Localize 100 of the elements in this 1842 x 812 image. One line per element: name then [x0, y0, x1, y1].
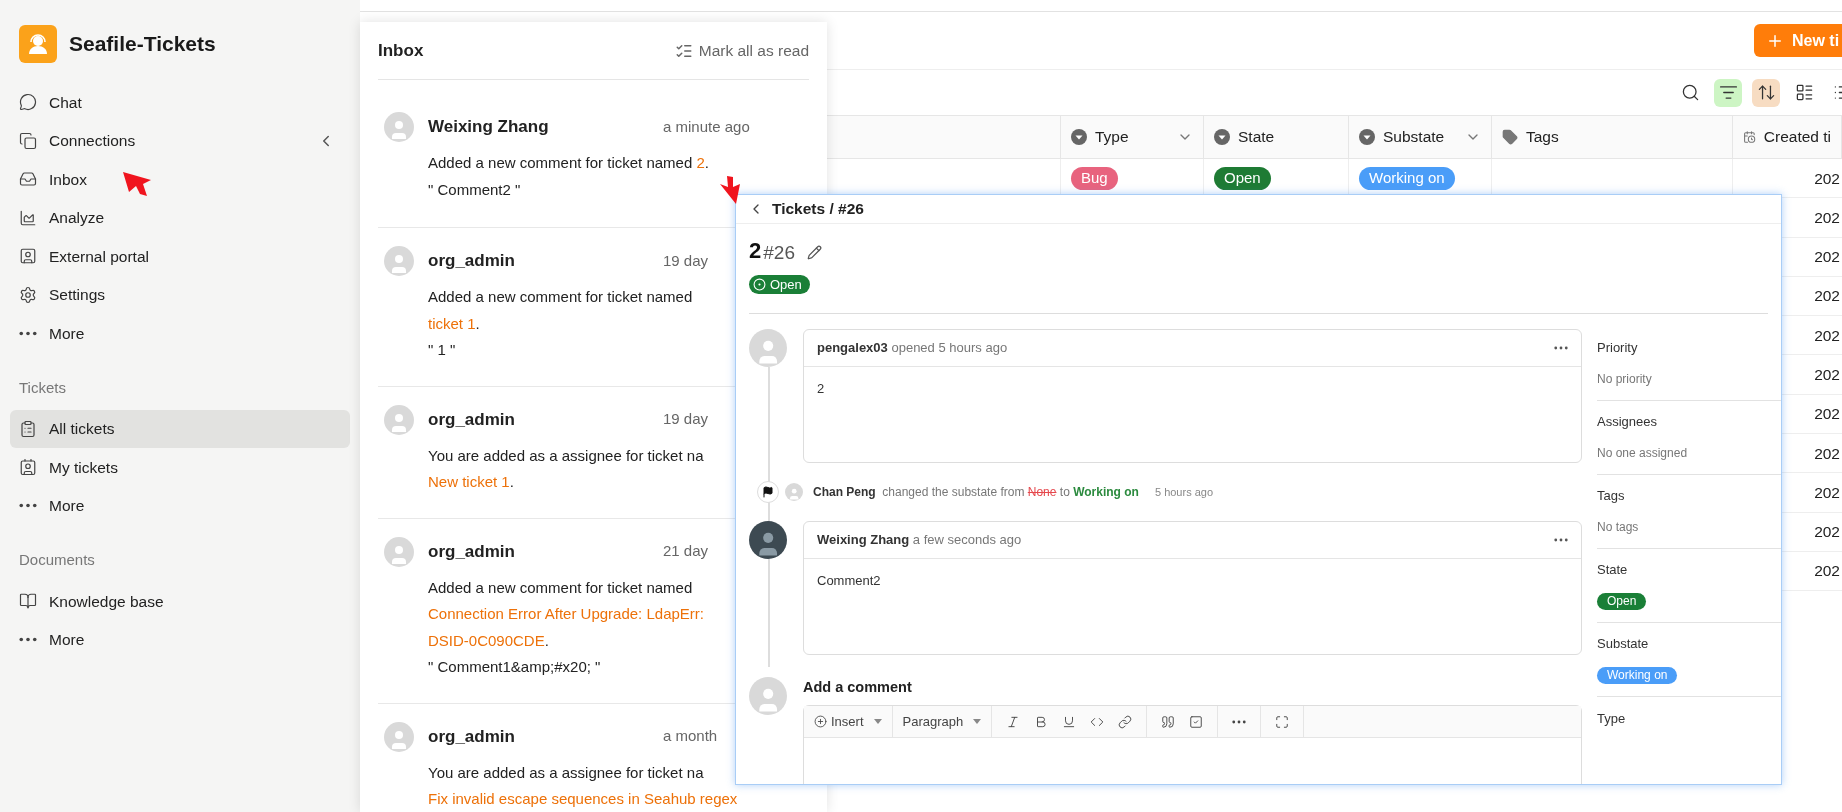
- pointer-arrow-icon: [123, 172, 153, 198]
- sidebar-item[interactable]: Chat: [10, 83, 350, 122]
- user-card-icon: [19, 458, 37, 477]
- caret-icon: [973, 719, 982, 724]
- calendar-icon: [1743, 129, 1756, 145]
- comment-body: Comment2: [816, 572, 882, 590]
- notification-time: 19 day: [663, 409, 709, 430]
- column-header[interactable]: Tags: [1492, 116, 1733, 158]
- dropdown-circle-icon: [1359, 129, 1375, 145]
- column-header[interactable]: Substate: [1349, 116, 1492, 158]
- avatar: [384, 246, 414, 276]
- notification-text: You are added as a assignee for ticket na: [428, 762, 704, 783]
- headset-user-icon: [26, 32, 50, 56]
- table-cell-text: 202: [1814, 522, 1840, 543]
- status-tag: Open: [749, 275, 810, 294]
- editor-menu[interactable]: Paragraph: [900, 711, 984, 732]
- notification-text: New ticket 1.: [428, 472, 514, 492]
- underline-icon: [1062, 714, 1077, 729]
- sidebar-item[interactable]: Inbox: [10, 160, 350, 199]
- sidebar-item[interactable]: Connections: [10, 121, 350, 160]
- chart-icon: [19, 208, 37, 227]
- comment-quote: " 1 ": [428, 340, 456, 360]
- section-heading: Tickets: [18, 377, 67, 397]
- notification-time: a minute ago: [663, 116, 750, 137]
- checkbox-icon: [1189, 714, 1204, 729]
- column-header[interactable]: State: [1204, 116, 1349, 158]
- comment-header: pengalex03 opened 5 hours ago: [817, 339, 1009, 358]
- toolbar-button[interactable]: [1714, 78, 1742, 107]
- quote-icon: [1161, 714, 1176, 729]
- property-label: Assignees: [1597, 413, 1658, 431]
- book-icon: [19, 592, 37, 611]
- sender-name: org_admin: [428, 250, 516, 273]
- avatar: [384, 536, 414, 567]
- edit-icon[interactable]: [806, 245, 822, 260]
- avatar: [384, 112, 414, 142]
- more-icon: [19, 330, 37, 336]
- comment-body: 2: [816, 380, 826, 398]
- property-value: No one assigned: [1597, 445, 1689, 462]
- column-header[interactable]: Type: [1061, 116, 1204, 158]
- status-tag: Open: [1214, 166, 1271, 190]
- notification-text: Added a new comment for ticket named: [428, 287, 693, 307]
- clipboard-icon: [19, 419, 37, 438]
- chat-icon: [19, 93, 37, 112]
- italic-icon: [1006, 714, 1021, 729]
- table-cell-text: 202: [1814, 482, 1840, 503]
- ticket-title: 2: [749, 240, 762, 262]
- column-header[interactable]: Created ti: [1733, 116, 1842, 158]
- sidebar-item[interactable]: My tickets: [10, 448, 350, 487]
- property-label: Priority: [1597, 339, 1639, 357]
- tag-icon: [1502, 129, 1518, 145]
- table-cell-text: 202: [1814, 286, 1840, 307]
- mark-all-read-button[interactable]: Mark all as read: [674, 38, 809, 63]
- table-cell-text: 202: [1814, 207, 1840, 228]
- sidebar-item[interactable]: More: [10, 314, 350, 353]
- sidebar-item[interactable]: More: [10, 486, 350, 525]
- more-icon: [19, 503, 37, 509]
- caret-icon: [873, 719, 882, 724]
- status-tag: Working on: [1359, 166, 1455, 190]
- dropdown-circle-icon: [1071, 129, 1087, 145]
- table-cell-text: 202: [1814, 561, 1840, 582]
- sidebar-item[interactable]: Analyze: [10, 198, 350, 237]
- section-heading: Documents: [18, 550, 96, 569]
- table-cell-text: 202: [1814, 404, 1840, 425]
- status-tag: Bug: [1071, 166, 1118, 190]
- property-label: Type: [1597, 710, 1627, 728]
- sidebar-item[interactable]: Settings: [10, 275, 350, 314]
- search-icon: [1680, 83, 1700, 102]
- more-icon[interactable]: [1554, 346, 1568, 350]
- toolbar-button[interactable]: [1752, 78, 1780, 107]
- fullscreen-icon: [1275, 714, 1290, 729]
- comment-editor[interactable]: Insert Paragraph: [803, 705, 1582, 784]
- event-text: Chan Peng changed the substate from None to Working on: [813, 484, 1139, 501]
- card-view-icon: [1794, 83, 1814, 102]
- sort-icon: [1756, 83, 1776, 102]
- status-tag: Open: [1597, 592, 1647, 610]
- sidebar-item[interactable]: Knowledge base: [10, 582, 350, 621]
- table-cell-text: 202: [1814, 365, 1840, 385]
- sidebar-item[interactable]: All tickets: [10, 409, 350, 448]
- inbox-icon: [19, 170, 37, 189]
- sidebar-item[interactable]: External portal: [10, 237, 350, 276]
- table-cell-text: 202: [1814, 168, 1840, 189]
- avatar: [384, 721, 414, 752]
- property-value: No priority: [1597, 371, 1653, 388]
- notification-text: Added a new comment for ticket named 2.: [428, 153, 709, 173]
- sidebar-item[interactable]: More: [10, 620, 350, 659]
- link-icon: [1118, 714, 1133, 729]
- avatar: [749, 521, 787, 559]
- comment-quote: " Comment2 ": [428, 179, 521, 200]
- comment-quote: " Comment1&amp;#x20; ": [428, 657, 601, 677]
- flag-icon: [762, 486, 774, 498]
- sender-name: org_admin: [428, 725, 516, 748]
- notification-time: a month: [663, 726, 718, 747]
- panel-title: Inbox: [378, 39, 425, 62]
- plus-circle-icon: [814, 715, 827, 728]
- comment-header: Weixing Zhang a few seconds ago: [817, 531, 1023, 550]
- editor-menu[interactable]: Insert: [812, 711, 884, 732]
- notification-time: 19 day: [663, 250, 709, 271]
- more-icon[interactable]: [1554, 538, 1568, 542]
- table-cell-text: 202: [1814, 247, 1840, 268]
- notification-time: 21 day: [663, 541, 709, 562]
